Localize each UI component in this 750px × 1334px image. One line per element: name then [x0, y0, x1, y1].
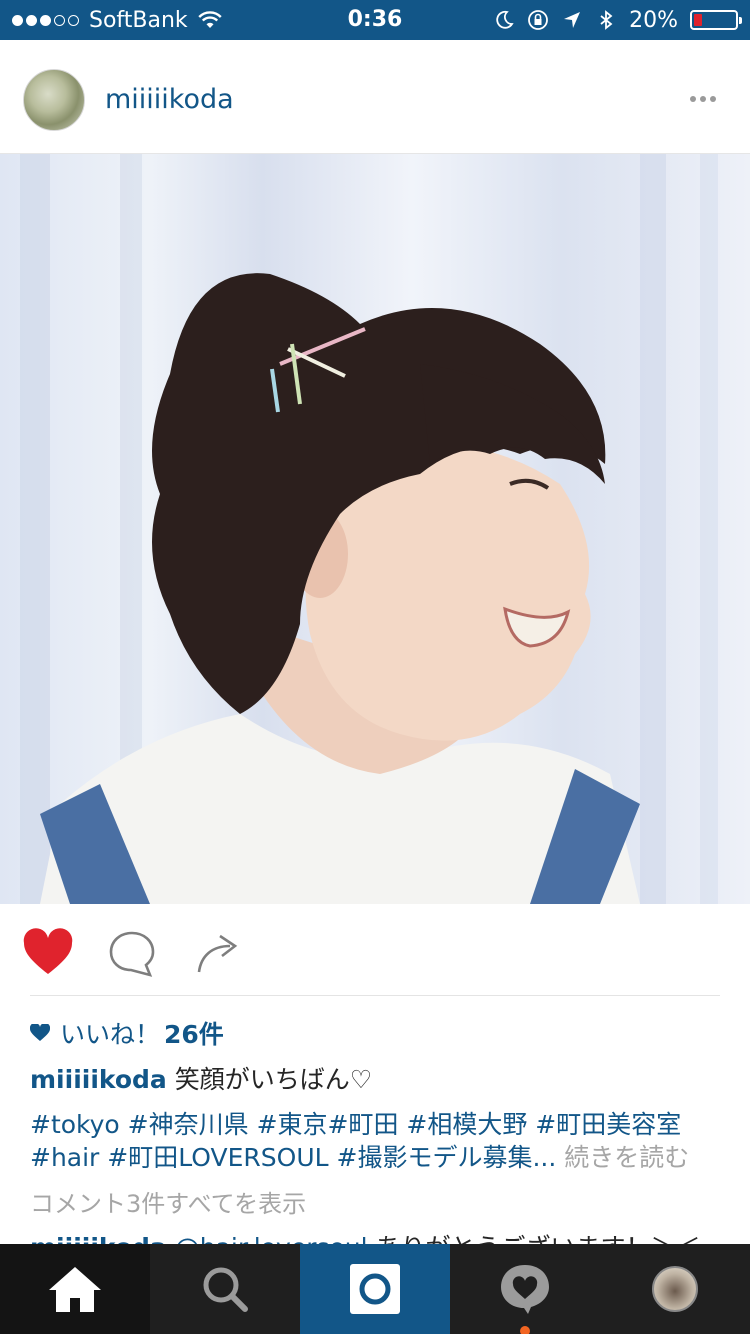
tab-camera[interactable]	[300, 1244, 450, 1334]
status-right: 20%	[493, 0, 742, 40]
hashtags-line-2[interactable]: #hair #町田LOVERSOUL #撮影モデル募集...	[30, 1143, 556, 1172]
post-photo[interactable]	[0, 154, 750, 904]
photo-illustration	[20, 154, 718, 904]
post-header: miiiiikoda	[0, 40, 750, 154]
battery-percent: 20%	[629, 7, 678, 33]
likes-summary[interactable]: いいね！ 26件	[30, 1016, 224, 1050]
hashtags: #tokyo #神奈川県 #東京#町田 #相模大野 #町田美容室 #hair #…	[30, 1108, 730, 1174]
tab-activity[interactable]	[450, 1244, 600, 1334]
likes-count: 26件	[164, 1020, 224, 1049]
heart-filled-icon[interactable]	[22, 928, 74, 978]
more-dots-icon[interactable]	[690, 92, 722, 106]
caption-username[interactable]: miiiiikoda	[30, 1065, 167, 1094]
read-more-link[interactable]: 続きを読む	[556, 1143, 689, 1172]
likes-label: いいね！	[60, 1020, 161, 1049]
hashtags-line-1[interactable]: #tokyo #神奈川県 #東京#町田 #相模大野 #町田美容室	[30, 1108, 730, 1141]
share-arrow-icon[interactable]	[192, 928, 244, 978]
post-username[interactable]: miiiiikoda	[105, 84, 234, 115]
search-icon	[203, 1267, 248, 1312]
tab-profile[interactable]	[600, 1244, 750, 1334]
status-bar: SoftBank 0:36 20%	[0, 0, 750, 40]
caption: miiiiikoda 笑顔がいちばん♡	[30, 1060, 372, 1096]
actions-divider	[30, 995, 720, 996]
user-avatar[interactable]	[23, 69, 85, 131]
home-icon	[49, 1267, 101, 1312]
small-heart-icon	[30, 1024, 50, 1041]
rotation-lock-icon	[528, 10, 548, 30]
notification-dot	[520, 1326, 530, 1334]
battery-fill	[694, 14, 702, 26]
post-actions	[0, 904, 750, 996]
tab-search[interactable]	[150, 1244, 300, 1334]
moon-icon	[496, 10, 514, 29]
profile-avatar	[652, 1266, 698, 1312]
activity-heart-icon	[501, 1265, 549, 1314]
caption-text: 笑顔がいちばん♡	[174, 1065, 373, 1094]
location-arrow-icon	[564, 12, 581, 28]
tab-home[interactable]	[0, 1244, 150, 1334]
bottom-tab-bar	[0, 1244, 750, 1334]
view-all-comments-link[interactable]: コメント3件すべてを表示	[30, 1184, 306, 1219]
camera-icon	[350, 1264, 400, 1314]
comment-bubble-icon[interactable]	[106, 928, 158, 978]
battery-icon	[690, 10, 742, 30]
bluetooth-icon	[600, 10, 613, 30]
